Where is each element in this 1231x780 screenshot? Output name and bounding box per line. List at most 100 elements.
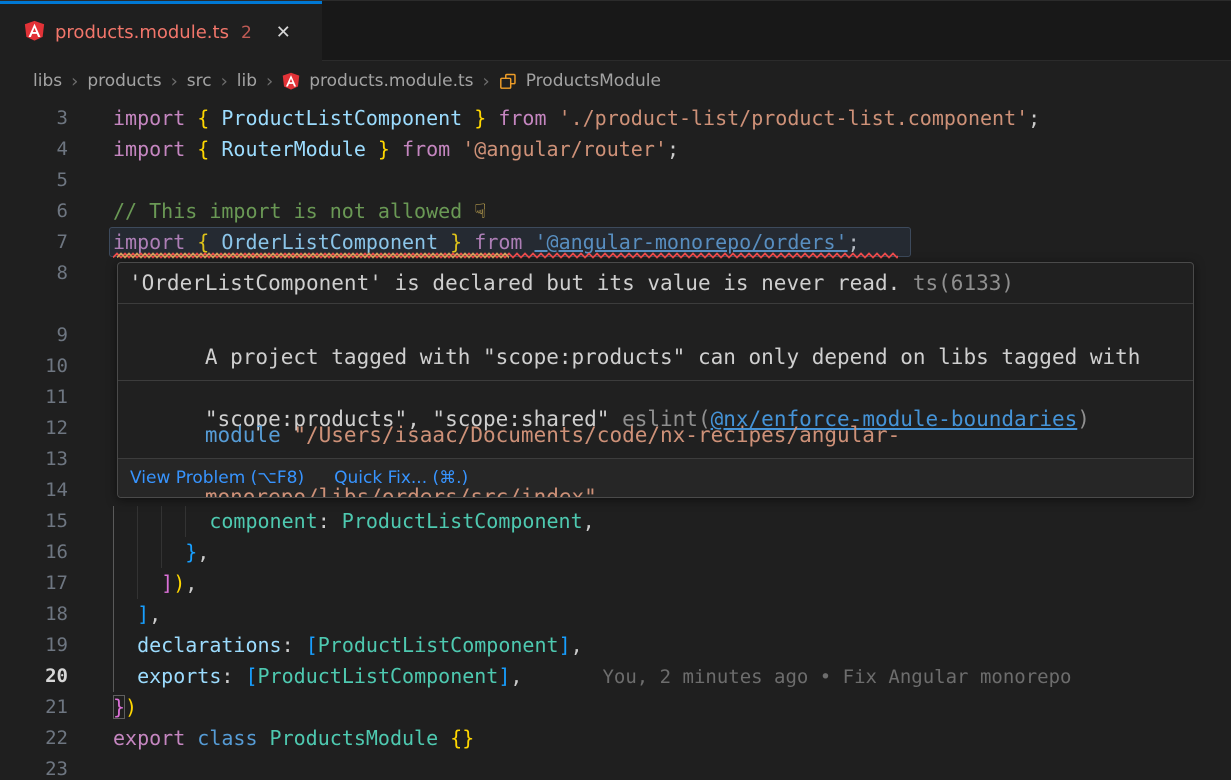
code-token: ProductListComponent xyxy=(258,664,499,688)
breadcrumb-item-libs[interactable]: libs xyxy=(33,71,62,91)
code-token: ProductListComponent xyxy=(342,509,583,533)
breadcrumb-item-lib[interactable]: lib xyxy=(237,71,257,91)
indent-guide xyxy=(113,599,114,630)
line-number[interactable]: 9 xyxy=(0,320,68,351)
module-path-line1: "/Users/isaac/Documents/code/nx-recipes/… xyxy=(281,423,901,447)
code-line-21[interactable]: 21}) xyxy=(0,692,1231,723)
code-token: : xyxy=(282,633,306,657)
indent-guide xyxy=(137,568,138,599)
line-number[interactable] xyxy=(0,289,68,320)
indent-guide xyxy=(113,630,114,661)
tab-products-module[interactable]: products.module.ts 2 ✕ xyxy=(0,1,322,61)
code-content: }, xyxy=(68,537,1231,568)
code-token: ] xyxy=(559,633,571,657)
ts-error-code: ts(6133) xyxy=(900,271,1014,295)
code-content: declarations: [ProductListComponent], xyxy=(68,630,1231,661)
line-number[interactable]: 12 xyxy=(0,413,68,444)
line-number[interactable]: 17 xyxy=(0,568,68,599)
code-content xyxy=(68,754,1231,780)
ts-error-message: 'OrderListComponent' is declared but its… xyxy=(129,271,900,295)
line-number[interactable]: 22 xyxy=(0,723,68,754)
code-line-5[interactable]: 5 xyxy=(0,165,1231,196)
class-symbol-icon xyxy=(499,72,517,90)
hover-ts-diagnostic: 'OrderListComponent' is declared but its… xyxy=(118,263,1193,304)
quick-fix-action[interactable]: Quick Fix... (⌘.) xyxy=(334,468,468,488)
line-number[interactable]: 11 xyxy=(0,382,68,413)
line-number[interactable]: 16 xyxy=(0,537,68,568)
code-content: import { OrderListComponent } from '@ang… xyxy=(68,227,1231,258)
code-content xyxy=(68,165,1231,196)
code-token: ) xyxy=(173,571,185,595)
tabbar-border xyxy=(322,60,1231,61)
line-number[interactable]: 6 xyxy=(0,196,68,227)
code-line-3[interactable]: 3import { ProductListComponent } from '.… xyxy=(0,103,1231,134)
line-number[interactable]: 23 xyxy=(0,754,68,780)
code-token: } xyxy=(185,540,197,564)
code-token: class xyxy=(197,726,269,750)
line-number[interactable]: 3 xyxy=(0,103,68,134)
code-token: import xyxy=(113,137,197,161)
angular-icon xyxy=(24,20,45,45)
line-number[interactable]: 10 xyxy=(0,351,68,382)
indent-guide xyxy=(185,506,186,537)
code-content: exports: [ProductListComponent],You, 2 m… xyxy=(68,661,1231,692)
code-content: component: ProductListComponent, xyxy=(68,506,1231,537)
code-token: ; xyxy=(667,137,679,161)
code-token: [ xyxy=(306,633,318,657)
line-number[interactable]: 4 xyxy=(0,134,68,165)
breadcrumb: libs › products › src › lib › products.m… xyxy=(0,61,1231,101)
line-number[interactable]: 7 xyxy=(0,227,68,258)
code-token: } xyxy=(366,137,390,161)
indent-guide xyxy=(113,661,114,692)
line-number[interactable]: 13 xyxy=(0,444,68,475)
code-line-22[interactable]: 22export class ProductsModule {} xyxy=(0,723,1231,754)
line-number[interactable]: 5 xyxy=(0,165,68,196)
indent-guide xyxy=(137,506,138,537)
code-line-17[interactable]: 17 ]), xyxy=(0,568,1231,599)
diagnostic-hover-popup: 'OrderListComponent' is declared but its… xyxy=(117,262,1194,498)
close-icon[interactable]: ✕ xyxy=(276,22,291,43)
code-token: , xyxy=(510,664,522,688)
indent-guide xyxy=(137,537,138,568)
code-token xyxy=(113,633,137,657)
breadcrumb-item-src[interactable]: src xyxy=(187,71,212,91)
code-token: } xyxy=(462,106,486,130)
code-line-19[interactable]: 19 declarations: [ProductListComponent], xyxy=(0,630,1231,661)
code-token: ☟ xyxy=(474,199,486,223)
code-line-23[interactable]: 23 xyxy=(0,754,1231,780)
code-line-7[interactable]: 7import { OrderListComponent } from '@an… xyxy=(0,227,1231,258)
line-number[interactable]: 20 xyxy=(0,661,68,692)
line-number[interactable]: 14 xyxy=(0,475,68,506)
code-line-4[interactable]: 4import { RouterModule } from '@angular/… xyxy=(0,134,1231,165)
code-token: ) xyxy=(125,695,137,719)
vscode-editor-window: products.module.ts 2 ✕ libs › products ›… xyxy=(0,0,1231,780)
code-line-18[interactable]: 18 ], xyxy=(0,599,1231,630)
code-line-16[interactable]: 16 }, xyxy=(0,537,1231,568)
code-line-20[interactable]: 20 exports: [ProductListComponent],You, … xyxy=(0,661,1231,692)
code-token: {} xyxy=(450,726,474,750)
code-line-15[interactable]: 15 component: ProductListComponent, xyxy=(0,506,1231,537)
view-problem-action[interactable]: View Problem (⌥F8) xyxy=(130,468,304,488)
breadcrumb-item-file[interactable]: products.module.ts xyxy=(309,71,473,91)
line-number[interactable]: 19 xyxy=(0,630,68,661)
code-content: ], xyxy=(68,599,1231,630)
code-token: component xyxy=(209,509,317,533)
code-token: declarations xyxy=(137,633,282,657)
indent-guide xyxy=(161,506,162,537)
code-token: ProductListComponent xyxy=(318,633,559,657)
code-token xyxy=(438,726,450,750)
code-token: { xyxy=(197,106,221,130)
breadcrumb-item-symbol[interactable]: ProductsModule xyxy=(526,71,661,91)
indent-guide xyxy=(113,537,114,568)
chevron-right-icon: › xyxy=(171,71,178,92)
code-token: , xyxy=(197,540,209,564)
code-line-6[interactable]: 6// This import is not allowed ☟ xyxy=(0,196,1231,227)
indent-guide xyxy=(113,506,114,537)
line-number[interactable]: 8 xyxy=(0,258,68,289)
line-number[interactable]: 21 xyxy=(0,692,68,723)
code-token: ProductsModule xyxy=(270,726,439,750)
code-token: ] xyxy=(161,571,173,595)
line-number[interactable]: 18 xyxy=(0,599,68,630)
breadcrumb-item-products[interactable]: products xyxy=(87,71,161,91)
line-number[interactable]: 15 xyxy=(0,506,68,537)
